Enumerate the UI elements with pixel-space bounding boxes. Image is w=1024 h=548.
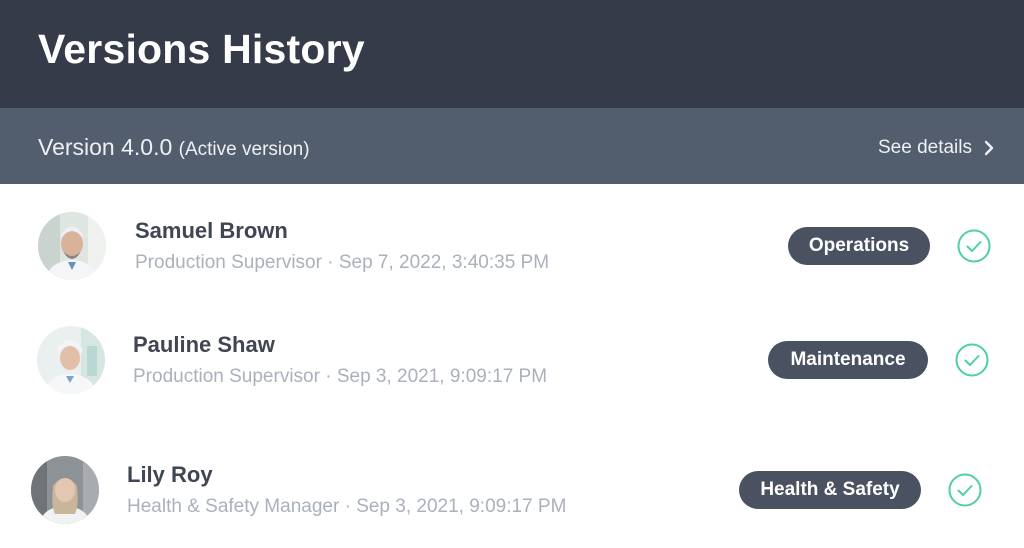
meta-separator: · — [344, 496, 351, 517]
list-item: Lily Roy Health & Safety Manager · Sep 3… — [0, 440, 1024, 540]
see-details-label: See details — [877, 137, 972, 158]
see-details-link[interactable]: See details — [878, 137, 994, 159]
chevron-right-icon — [984, 140, 994, 156]
user-role: Production Supervisor — [133, 366, 320, 387]
header-bar: Versions History — [0, 0, 1024, 108]
timestamp: Sep 3, 2021, 9:09:17 PM — [356, 496, 567, 517]
user-name: Samuel Brown — [135, 218, 288, 243]
version-number: Version 4.0.0 — [38, 134, 173, 160]
user-meta: Production Supervisor · Sep 7, 2022, 3:4… — [135, 252, 549, 274]
user-meta: Production Supervisor · Sep 3, 2021, 9:0… — [133, 366, 547, 388]
check-circle-icon — [948, 473, 982, 507]
timestamp: Sep 3, 2021, 9:09:17 PM — [336, 366, 548, 387]
user-name: Lily Roy — [127, 462, 213, 487]
user-role: Health & Safety Manager — [127, 496, 340, 517]
avatar — [31, 456, 99, 524]
check-circle-icon — [957, 229, 991, 263]
version-label: Version 4.0.0 (Active version) — [38, 134, 310, 161]
timestamp: Sep 7, 2022, 3:40:35 PM — [338, 252, 550, 273]
user-meta: Health & Safety Manager · Sep 3, 2021, 9… — [127, 496, 566, 518]
page-title: Versions History — [38, 26, 365, 72]
version-status: (Active version) — [178, 139, 310, 160]
user-role: Production Supervisor — [135, 252, 322, 273]
avatar — [37, 326, 105, 394]
user-name: Pauline Shaw — [133, 332, 275, 357]
check-circle-icon — [955, 343, 989, 377]
department-badge: Operations — [788, 227, 930, 265]
meta-separator: · — [325, 366, 332, 387]
meta-separator: · — [327, 252, 334, 273]
department-badge: Health & Safety — [739, 471, 921, 509]
list-item: Pauline Shaw Production Supervisor · Sep… — [0, 310, 1024, 410]
list-item: Samuel Brown Production Supervisor · Sep… — [0, 196, 1024, 296]
avatar — [38, 212, 106, 280]
department-badge: Maintenance — [768, 341, 928, 379]
